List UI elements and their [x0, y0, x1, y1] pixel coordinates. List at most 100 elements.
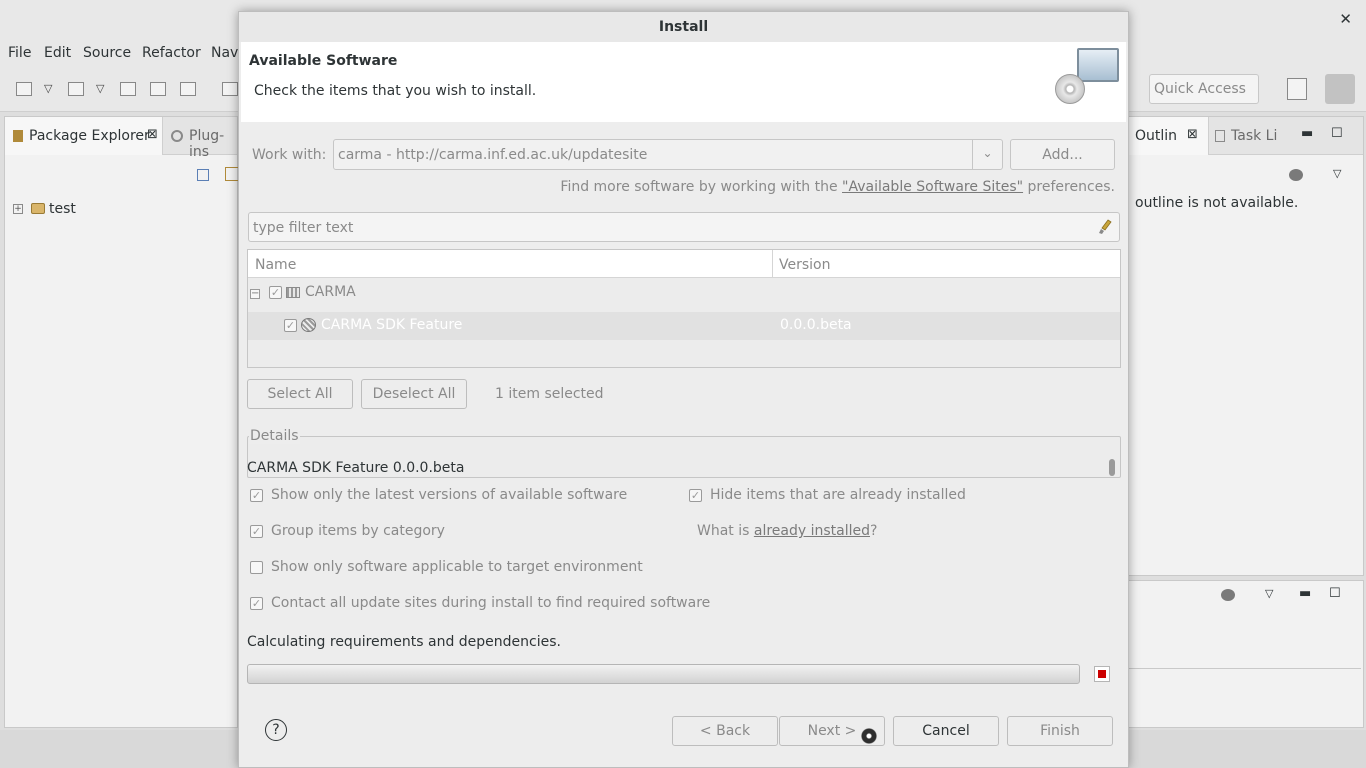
work-with-combo[interactable]: carma - http://carma.inf.ed.ac.uk/update… — [333, 139, 1003, 170]
feature-checkbox[interactable]: ✓ — [284, 319, 297, 332]
print-icon[interactable] — [180, 82, 196, 96]
column-header-name[interactable]: Name — [255, 257, 296, 273]
progress-bar — [247, 664, 1080, 684]
category-checkbox[interactable]: ✓ — [269, 286, 282, 299]
maximize-icon[interactable]: ☐ — [1329, 586, 1341, 601]
computer-monitor-icon — [1077, 48, 1119, 82]
new-package-icon[interactable] — [68, 82, 84, 96]
checkbox-box[interactable] — [250, 561, 263, 574]
clear-filter-icon[interactable] — [1099, 219, 1113, 235]
outline-tabbar: Outlin ⊠ Task Li ▬ ☐ — [1129, 117, 1363, 155]
outline-message: outline is not available. — [1135, 195, 1299, 211]
menu-edit[interactable]: Edit — [44, 45, 71, 61]
menu-refactor[interactable]: Refactor — [142, 45, 201, 61]
work-with-label: Work with: — [252, 147, 327, 163]
panel-tool-icon[interactable] — [1221, 589, 1235, 601]
add-site-button[interactable]: Add... — [1010, 139, 1115, 170]
stop-icon[interactable] — [1094, 666, 1110, 682]
package-explorer-panel: Package Explorer ⊠ Plug-ins + test — [4, 116, 239, 728]
find-more-prefix: Find more software by working with the — [560, 179, 843, 195]
stop-square — [1098, 670, 1106, 678]
debug-icon[interactable] — [222, 82, 238, 96]
tree-item-label: test — [49, 201, 76, 217]
category-icon — [286, 287, 300, 298]
new-dropdown-icon[interactable]: ▽ — [44, 82, 52, 95]
checkbox-label: Hide items that are already installed — [710, 487, 966, 503]
tab-plugins[interactable]: Plug-ins — [189, 128, 237, 160]
minimize-icon[interactable]: ▬ — [1299, 586, 1311, 601]
view-menu-icon[interactable]: ▽ — [1265, 587, 1273, 600]
dialog-titlebar[interactable]: Install — [239, 12, 1128, 42]
find-more-suffix: preferences. — [1023, 179, 1116, 195]
lower-panel-content — [1129, 625, 1361, 669]
tab-task-list[interactable]: Task Li — [1231, 128, 1277, 144]
details-text: CARMA SDK Feature 0.0.0.beta — [247, 460, 465, 476]
chevron-down-icon[interactable]: ⌄ — [972, 140, 1002, 169]
view-menu-icon[interactable]: ▽ — [1333, 167, 1341, 180]
save-icon[interactable] — [120, 82, 136, 96]
tab-package-explorer[interactable]: Package Explorer ⊠ — [5, 117, 163, 155]
task-list-icon — [1215, 130, 1225, 142]
table-row[interactable]: ✓ CARMA SDK Feature 0.0.0.beta — [248, 312, 1120, 340]
package-explorer-tabbar: Package Explorer ⊠ Plug-ins — [5, 117, 237, 160]
save-all-icon[interactable] — [150, 82, 166, 96]
help-button[interactable]: ? — [265, 719, 287, 741]
checkbox-label: Contact all update sites during install … — [271, 595, 711, 611]
what-is-installed-text: What is already installed? — [697, 523, 877, 539]
cancel-button[interactable]: Cancel — [893, 716, 999, 746]
java-perspective-button[interactable] — [1325, 74, 1355, 104]
project-folder-icon — [31, 203, 45, 214]
header-title: Available Software — [249, 53, 398, 69]
open-perspective-icon[interactable] — [1287, 78, 1307, 100]
selected-count: 1 item selected — [495, 386, 604, 402]
tab-label: Package Explorer — [29, 128, 150, 144]
outline-tool-icon[interactable] — [1289, 169, 1303, 181]
what-is-prefix: What is — [697, 523, 754, 539]
column-header-version[interactable]: Version — [779, 257, 830, 273]
new-package-dropdown-icon[interactable]: ▽ — [96, 82, 104, 95]
details-scrollbar[interactable] — [1109, 459, 1115, 476]
tab-close-icon[interactable]: ⊠ — [1187, 127, 1198, 142]
column-separator[interactable] — [772, 250, 773, 278]
collapse-all-icon[interactable] — [197, 169, 209, 181]
checkbox-label: Show only the latest versions of availab… — [271, 487, 628, 503]
quick-access-input[interactable]: Quick Access — [1149, 74, 1259, 104]
checkbox-box[interactable]: ✓ — [250, 597, 263, 610]
tab-close-icon[interactable]: ⊠ — [147, 127, 158, 142]
feature-icon — [301, 318, 316, 332]
table-header: Name Version — [248, 250, 1120, 278]
table-row[interactable]: − ✓ CARMA — [248, 282, 1120, 306]
menu-source[interactable]: Source — [83, 45, 131, 61]
checkbox-box[interactable]: ✓ — [250, 525, 263, 538]
menu-navigate[interactable]: Nav — [211, 45, 238, 61]
deselect-all-button[interactable]: Deselect All — [361, 379, 467, 409]
already-installed-link[interactable]: already installed — [754, 523, 870, 539]
minimize-icon[interactable]: ▬ — [1301, 126, 1313, 141]
checkbox-box[interactable]: ✓ — [250, 489, 263, 502]
install-cd-icon — [1055, 74, 1085, 104]
filter-input[interactable]: type filter text — [248, 212, 1120, 242]
window-close-icon[interactable]: ✕ — [1339, 10, 1352, 28]
tree-expand-icon[interactable]: + — [13, 204, 23, 214]
tab-outline[interactable]: Outlin ⊠ — [1129, 117, 1209, 155]
select-all-button[interactable]: Select All — [247, 379, 353, 409]
filter-placeholder: type filter text — [253, 220, 354, 236]
link-with-editor-icon[interactable] — [225, 167, 239, 181]
checkbox-box[interactable]: ✓ — [689, 489, 702, 502]
back-button[interactable]: < Back — [672, 716, 778, 746]
busy-cursor-icon — [861, 728, 877, 744]
tree-collapse-icon[interactable]: − — [250, 289, 260, 299]
maximize-icon[interactable]: ☐ — [1331, 126, 1343, 141]
header-description: Check the items that you wish to install… — [254, 83, 537, 99]
dialog-title: Install — [658, 19, 709, 35]
tab-label: Outlin — [1135, 128, 1178, 144]
new-icon[interactable] — [16, 82, 32, 96]
row-version: 0.0.0.beta — [780, 317, 852, 333]
finish-button[interactable]: Finish — [1007, 716, 1113, 746]
plugins-icon — [171, 130, 183, 142]
menu-file[interactable]: File — [8, 45, 31, 61]
available-software-sites-link[interactable]: "Available Software Sites" — [842, 179, 1023, 195]
details-legend: Details — [249, 428, 300, 444]
row-name: CARMA SDK Feature — [321, 317, 463, 333]
outline-panel: Outlin ⊠ Task Li ▬ ☐ ▽ outline is not av… — [1128, 116, 1364, 576]
